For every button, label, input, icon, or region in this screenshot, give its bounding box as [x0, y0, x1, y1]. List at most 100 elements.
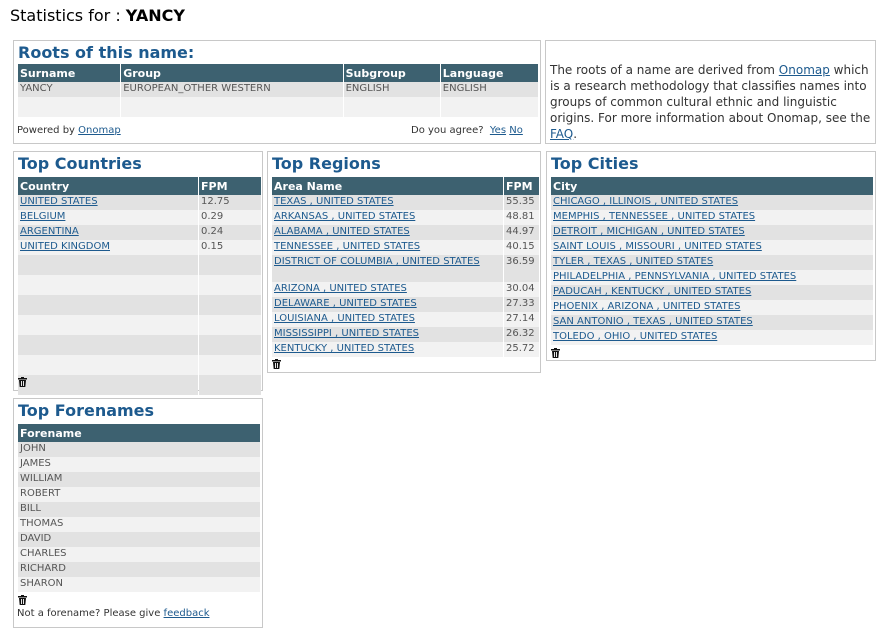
- table-row: RICHARD: [18, 562, 260, 577]
- city-link[interactable]: TOLEDO , OHIO , UNITED STATES: [553, 331, 717, 342]
- trash-icon[interactable]: [272, 359, 282, 369]
- city-link[interactable]: SAINT LOUIS , MISSOURI , UNITED STATES: [553, 241, 762, 252]
- region-link[interactable]: DELAWARE , UNITED STATES: [274, 298, 417, 309]
- info-onomap-link[interactable]: Onomap: [779, 63, 830, 77]
- city-link-cell: CHICAGO , ILLINOIS , UNITED STATES: [551, 195, 873, 210]
- city-link[interactable]: CHICAGO , ILLINOIS , UNITED STATES: [553, 196, 738, 207]
- page-title: Statistics for : YANCY: [10, 6, 185, 25]
- city-link-cell: TOLEDO , OHIO , UNITED STATES: [551, 330, 873, 345]
- cities-header-city: City: [551, 177, 873, 195]
- info-text-1: The roots of a name are derived from: [550, 63, 779, 77]
- table-row: PHOENIX , ARIZONA , UNITED STATES: [551, 300, 873, 315]
- country-link[interactable]: BELGIUM: [20, 211, 65, 222]
- region-link[interactable]: LOUISIANA , UNITED STATES: [274, 313, 415, 324]
- agree-no-link[interactable]: No: [509, 125, 523, 136]
- region-link[interactable]: ALABAMA , UNITED STATES: [274, 226, 410, 237]
- regions-header-fpm: FPM: [504, 177, 539, 195]
- region-fpm: 30.04: [504, 282, 539, 297]
- powered-by-label: Powered by: [17, 125, 75, 136]
- forename-item: CHARLES: [18, 547, 260, 562]
- table-row: TENNESSEE , UNITED STATES 40.15: [272, 240, 539, 255]
- city-link[interactable]: PHOENIX , ARIZONA , UNITED STATES: [553, 301, 740, 312]
- roots-header-group: Group: [121, 64, 343, 82]
- table-row: BILL: [18, 502, 260, 517]
- city-link[interactable]: TYLER , TEXAS , UNITED STATES: [553, 256, 713, 267]
- roots-group: EUROPEAN_OTHER WESTERN: [121, 82, 343, 97]
- cities-table: City CHICAGO , ILLINOIS , UNITED STATES M…: [550, 177, 874, 345]
- forenames-table: Forename JOHN JAMES WILLIAM ROBERT BILL THOMA…: [17, 424, 261, 592]
- regions-header-area: Area Name: [272, 177, 503, 195]
- regions-panel: Top Regions Area Name FPM TEXAS , UNITED…: [267, 151, 541, 373]
- countries-header-country: Country: [18, 177, 198, 195]
- faq-link[interactable]: FAQ: [550, 127, 573, 141]
- city-link[interactable]: PHILADELPHIA , PENNSYLVANIA , UNITED STA…: [553, 271, 796, 282]
- roots-table: Surname Group Subgroup Language YANCY EU…: [17, 64, 539, 117]
- countries-table: Country FPM UNITED STATES 12.75 BELGIUM 0.2…: [17, 177, 262, 395]
- page-title-prefix: Statistics for :: [10, 6, 126, 25]
- country-link[interactable]: UNITED KINGDOM: [20, 241, 110, 252]
- country-link-cell: UNITED KINGDOM: [18, 240, 198, 255]
- city-link[interactable]: SAN ANTONIO , TEXAS , UNITED STATES: [553, 316, 753, 327]
- city-link-cell: DETROIT , MICHIGAN , UNITED STATES: [551, 225, 873, 240]
- roots-header-language: Language: [440, 64, 538, 82]
- table-row: ARGENTINA 0.24: [18, 225, 261, 240]
- roots-header-surname: Surname: [18, 64, 121, 82]
- region-link-cell: LOUISIANA , UNITED STATES: [272, 312, 503, 327]
- agree-label: Do you agree?: [411, 125, 484, 136]
- region-link-cell: TEXAS , UNITED STATES: [272, 195, 503, 210]
- feedback-link[interactable]: feedback: [164, 608, 210, 619]
- table-row-empty: [18, 255, 261, 275]
- city-link[interactable]: DETROIT , MICHIGAN , UNITED STATES: [553, 226, 745, 237]
- region-link[interactable]: ARIZONA , UNITED STATES: [274, 283, 407, 294]
- country-link[interactable]: ARGENTINA: [20, 226, 79, 237]
- country-fpm: 0.29: [199, 210, 261, 225]
- country-link-cell: ARGENTINA: [18, 225, 198, 240]
- feedback-prompt: Not a forename? Please give: [17, 608, 161, 619]
- country-link-cell: BELGIUM: [18, 210, 198, 225]
- forenames-title: Top Forenames: [18, 401, 155, 420]
- table-row: SAINT LOUIS , MISSOURI , UNITED STATES: [551, 240, 873, 255]
- forename-item: JAMES: [18, 457, 260, 472]
- trash-icon[interactable]: [18, 595, 28, 605]
- region-link[interactable]: MISSISSIPPI , UNITED STATES: [274, 328, 419, 339]
- roots-subgroup: ENGLISH: [343, 82, 440, 97]
- table-row-empty: [18, 97, 538, 117]
- regions-table: Area Name FPM TEXAS , UNITED STATES 55.35…: [271, 177, 540, 357]
- onomap-link[interactable]: Onomap: [78, 125, 121, 136]
- table-row-empty: [18, 315, 261, 335]
- city-link-cell: MEMPHIS , TENNESSEE , UNITED STATES: [551, 210, 873, 225]
- trash-icon[interactable]: [551, 348, 561, 358]
- region-fpm: 44.97: [504, 225, 539, 240]
- region-fpm: 48.81: [504, 210, 539, 225]
- forename-item: THOMAS: [18, 517, 260, 532]
- countries-title: Top Countries: [18, 154, 142, 173]
- region-link[interactable]: ARKANSAS , UNITED STATES: [274, 211, 415, 222]
- table-row-empty: [18, 375, 261, 395]
- trash-icon[interactable]: [18, 377, 28, 387]
- table-row: PADUCAH , KENTUCKY , UNITED STATES: [551, 285, 873, 300]
- table-row: BELGIUM 0.29: [18, 210, 261, 225]
- city-link[interactable]: PADUCAH , KENTUCKY , UNITED STATES: [553, 286, 751, 297]
- region-link[interactable]: TENNESSEE , UNITED STATES: [274, 241, 420, 252]
- region-fpm: 26.32: [504, 327, 539, 342]
- forename-feedback: Not a forename? Please give feedback: [17, 608, 209, 619]
- table-row: MEMPHIS , TENNESSEE , UNITED STATES: [551, 210, 873, 225]
- region-link-cell: DELAWARE , UNITED STATES: [272, 297, 503, 312]
- region-fpm: 36.59: [504, 255, 539, 282]
- region-link[interactable]: KENTUCKY , UNITED STATES: [274, 343, 414, 354]
- table-row: TYLER , TEXAS , UNITED STATES: [551, 255, 873, 270]
- country-link[interactable]: UNITED STATES: [20, 196, 98, 207]
- info-text: The roots of a name are derived from Ono…: [550, 62, 876, 142]
- agree-yes-link[interactable]: Yes: [490, 125, 506, 136]
- region-link[interactable]: TEXAS , UNITED STATES: [274, 196, 394, 207]
- agree-prompt: Do you agree? Yes No: [411, 125, 523, 136]
- forename-item: WILLIAM: [18, 472, 260, 487]
- country-fpm: 0.24: [199, 225, 261, 240]
- city-link[interactable]: MEMPHIS , TENNESSEE , UNITED STATES: [553, 211, 755, 222]
- table-row: JOHN: [18, 442, 260, 457]
- forenames-panel: Top Forenames Forename JOHN JAMES WILLIAM R…: [13, 398, 263, 628]
- table-row: LOUISIANA , UNITED STATES 27.14: [272, 312, 539, 327]
- forename-item: SHARON: [18, 577, 260, 592]
- table-row: THOMAS: [18, 517, 260, 532]
- region-link[interactable]: DISTRICT OF COLUMBIA , UNITED STATES: [274, 256, 480, 267]
